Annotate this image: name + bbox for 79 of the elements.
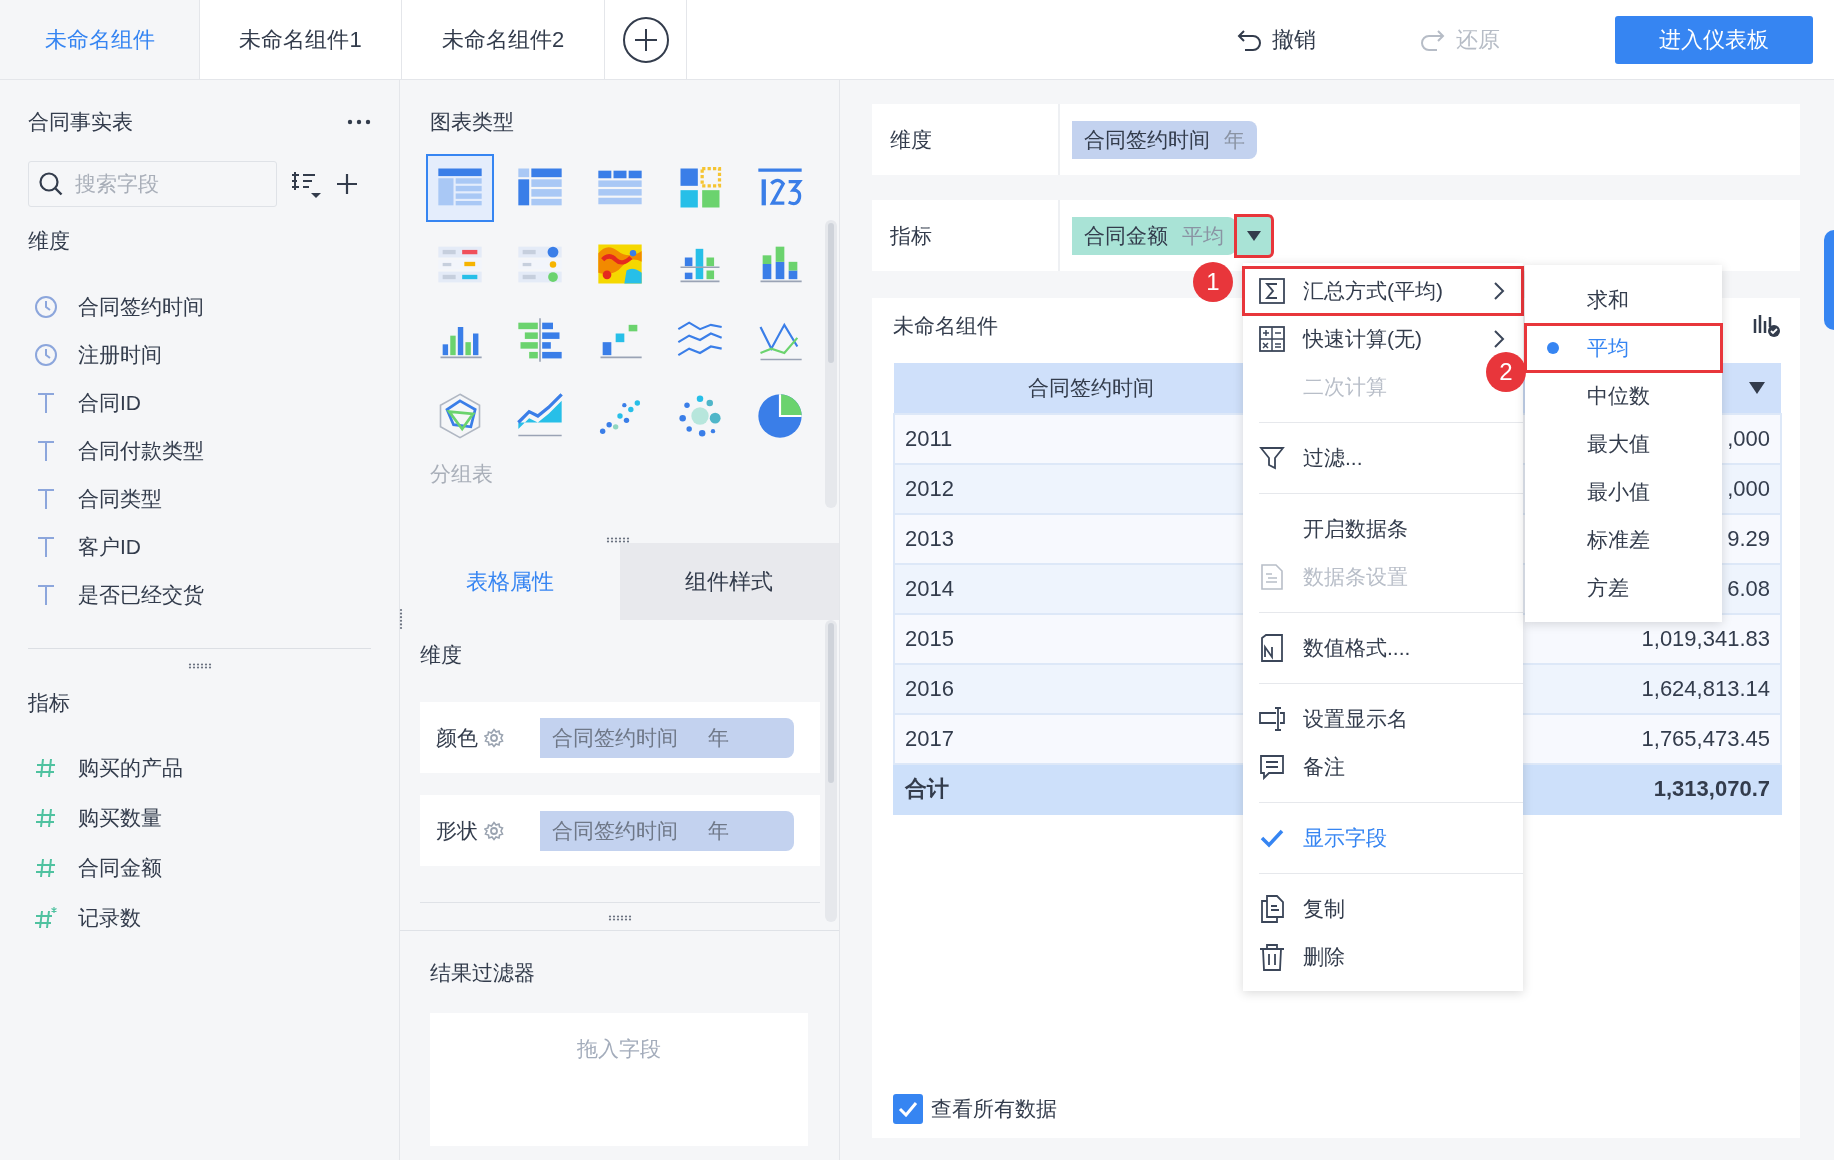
chart-type-name: 分组表 — [430, 461, 493, 487]
dropdown-button[interactable] — [1234, 213, 1274, 258]
property-label: 颜色 — [436, 724, 478, 751]
resize-handle — [608, 915, 632, 921]
more-icon — [347, 119, 371, 125]
hash-icon — [34, 806, 58, 830]
menu-item[interactable]: 汇总方式(平均) — [1243, 267, 1523, 315]
scrollbar[interactable] — [825, 620, 837, 922]
undo-icon — [1236, 28, 1262, 51]
field-name[interactable]: 合同类型 — [78, 485, 162, 513]
shelf-label: 维度 — [890, 126, 932, 153]
menu-item[interactable]: 方差 — [1525, 564, 1722, 612]
field-name[interactable]: 客户ID — [78, 533, 141, 561]
hash-star-icon — [34, 906, 58, 930]
search-icon — [38, 171, 64, 197]
filter-icon — [1259, 445, 1285, 471]
field-name[interactable]: 记录数 — [78, 904, 141, 932]
scrollbar[interactable] — [825, 220, 837, 508]
checkbox-label[interactable]: 查看所有数据 — [931, 1095, 1057, 1123]
section-title: 维度 — [420, 642, 462, 668]
hash-icon — [34, 856, 58, 880]
field-name[interactable]: 购买数量 — [78, 804, 162, 832]
gear-icon — [484, 820, 504, 841]
collapse-tab[interactable] — [1824, 230, 1834, 330]
resize-handle — [606, 537, 630, 543]
menu-item[interactable]: 最小值 — [1525, 468, 1722, 516]
field-name[interactable]: 合同ID — [78, 389, 141, 417]
field-name[interactable]: 合同金额 — [78, 854, 162, 882]
field-name[interactable]: 是否已经交货 — [78, 581, 204, 609]
section-title: 维度 — [28, 228, 71, 254]
section-title: 指标 — [28, 690, 71, 716]
field-pill[interactable]: 合同金额 平均 — [1072, 216, 1236, 255]
shelf-label: 指标 — [890, 222, 932, 249]
widget-title: 未命名组件 — [893, 313, 998, 339]
hash-icon — [34, 756, 58, 780]
comment-icon — [1259, 754, 1285, 780]
checkmark-icon — [898, 1101, 918, 1117]
add-tab-icon — [621, 15, 670, 64]
trash-icon — [1259, 943, 1285, 971]
bars-check-icon — [1752, 313, 1782, 339]
menu-item[interactable]: 删除 — [1243, 933, 1479, 981]
enter-dashboard-button[interactable]: 进入仪表板 — [1615, 15, 1813, 64]
menu-item[interactable]: 显示字段 — [1243, 814, 1479, 862]
sort-filter-icon — [289, 169, 323, 199]
field-pill[interactable]: 合同签约时间 年 — [1072, 120, 1257, 159]
add-icon — [335, 172, 359, 196]
table-name: 合同事实表 — [28, 109, 133, 135]
chart-type-button[interactable] — [426, 154, 494, 222]
redo-icon — [1420, 28, 1446, 51]
copy-icon — [1259, 895, 1285, 923]
checkbox[interactable] — [893, 1094, 923, 1124]
menu-item[interactable]: 平均 — [1525, 324, 1722, 372]
field-name[interactable]: 注册时间 — [78, 341, 162, 369]
clock-icon — [34, 295, 58, 319]
gear-icon — [484, 727, 504, 748]
data-bar-icon — [1259, 564, 1285, 590]
menu-item[interactable]: 标准差 — [1525, 516, 1722, 564]
number-format-icon — [1259, 634, 1285, 662]
section-title: 结果过滤器 — [430, 960, 535, 986]
rename-icon — [1258, 707, 1286, 731]
caret-down-icon — [1247, 230, 1261, 241]
property-tab[interactable]: 组件样式 — [619, 543, 839, 620]
field-name[interactable]: 合同签约时间 — [78, 293, 204, 321]
calculator-icon — [1259, 326, 1285, 352]
field-name[interactable]: 合同付款类型 — [78, 437, 204, 465]
property-label: 形状 — [436, 817, 478, 844]
menu-item[interactable]: 复制 — [1243, 885, 1479, 933]
clock-icon — [34, 343, 58, 367]
resize-handle — [187, 663, 212, 669]
sort-caret-icon — [1749, 382, 1765, 394]
menu-item[interactable]: 求和 — [1525, 276, 1722, 324]
selected-dot-icon — [1547, 342, 1559, 354]
panel-title: 图表类型 — [430, 109, 514, 135]
search-field[interactable]: 搜索字段 — [28, 161, 277, 207]
field-name[interactable]: 购买的产品 — [78, 754, 183, 782]
sigma-icon — [1259, 278, 1285, 304]
undo-button[interactable]: 撤销 — [1232, 20, 1320, 59]
checkmark-icon — [1259, 827, 1285, 849]
resize-handle — [399, 608, 403, 630]
